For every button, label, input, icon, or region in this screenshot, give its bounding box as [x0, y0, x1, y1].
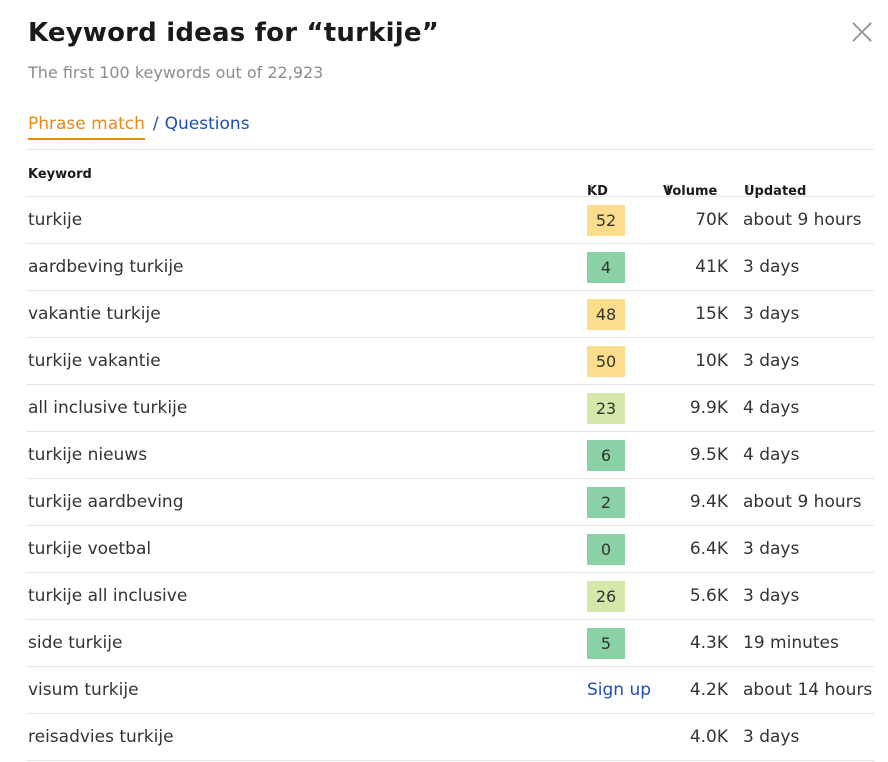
close-icon[interactable] [848, 18, 876, 46]
table-row: all inclusive turkije 23 9.9K 4 days [26, 385, 874, 432]
volume-cell: 4.3K [689, 633, 728, 653]
kd-badge: 23 [587, 393, 625, 424]
kd-badge: 48 [587, 299, 625, 330]
tab-separator: / [152, 114, 159, 134]
table-row: side turkije 5 4.3K 19 minutes [26, 620, 874, 667]
updated-cell: about 14 hours [743, 680, 873, 700]
updated-cell: 3 days [743, 304, 800, 324]
kd-badge: 0 [587, 534, 625, 565]
keyword-cell[interactable]: turkije all inclusive [28, 586, 187, 606]
tab-phrase-match[interactable]: Phrase match [28, 114, 145, 140]
keyword-cell[interactable]: visum turkije [28, 680, 139, 700]
volume-cell: 41K [695, 257, 728, 277]
volume-cell: 9.5K [689, 445, 728, 465]
volume-cell: 15K [695, 304, 728, 324]
keyword-cell[interactable]: side turkije [28, 633, 122, 653]
keywords-table: Keyword KD i Volume ↓ i Updated i turkije 52… [26, 149, 874, 761]
dialog-title: Keyword ideas for “turkije” [28, 18, 440, 48]
updated-cell: 3 days [743, 351, 800, 371]
kd-badge: 52 [587, 205, 625, 236]
updated-cell: 4 days [743, 398, 800, 418]
updated-cell: 3 days [743, 257, 800, 277]
volume-cell: 70K [695, 210, 728, 230]
table-row: vakantie turkije 48 15K 3 days [26, 291, 874, 338]
volume-info-icon[interactable]: i [666, 184, 669, 194]
kd-badge: 6 [587, 440, 625, 471]
keyword-cell[interactable]: reisadvies turkije [28, 727, 174, 747]
updated-info-icon[interactable]: i [747, 184, 750, 194]
keyword-cell[interactable]: turkije voetbal [28, 539, 151, 559]
volume-cell: 4.2K [689, 680, 728, 700]
table-row: turkije 52 70K about 9 hours [26, 197, 874, 244]
table-row: turkije vakantie 50 10K 3 days [26, 338, 874, 385]
keyword-ideas-dialog: Keyword ideas for “turkije” The first 10… [0, 0, 888, 762]
updated-cell: about 9 hours [743, 492, 862, 512]
table-row: reisadvies turkije 4.0K 3 days [26, 714, 874, 761]
volume-cell: 5.6K [689, 586, 728, 606]
volume-cell: 10K [695, 351, 728, 371]
updated-cell: 3 days [743, 586, 800, 606]
kd-badge: 26 [587, 581, 625, 612]
updated-cell: 3 days [743, 727, 800, 747]
kd-badge: 4 [587, 252, 625, 283]
updated-cell: 3 days [743, 539, 800, 559]
table-row: aardbeving turkije 4 41K 3 days [26, 244, 874, 291]
kd-badge: 2 [587, 487, 625, 518]
volume-cell: 9.4K [689, 492, 728, 512]
table-row: turkije aardbeving 2 9.4K about 9 hours [26, 479, 874, 526]
table-row: visum turkije Sign up 4.2K about 14 hours [26, 667, 874, 714]
keyword-cell[interactable]: all inclusive turkije [28, 398, 187, 418]
table-body: turkije 52 70K about 9 hours aardbeving turk… [26, 197, 874, 761]
keyword-cell[interactable]: turkije [28, 210, 82, 230]
updated-cell: about 9 hours [743, 210, 862, 230]
table-header: Keyword KD i Volume ↓ i Updated i [26, 150, 874, 199]
kd-badge: 50 [587, 346, 625, 377]
tab-questions[interactable]: Questions [165, 114, 250, 134]
kd-badge: 5 [587, 628, 625, 659]
keyword-cell[interactable]: vakantie turkije [28, 304, 161, 324]
keyword-cell[interactable]: turkije vakantie [28, 351, 161, 371]
volume-cell: 6.4K [689, 539, 728, 559]
sign-up-link[interactable]: Sign up [587, 680, 651, 711]
table-row: turkije nieuws 6 9.5K 4 days [26, 432, 874, 479]
volume-cell: 4.0K [689, 727, 728, 747]
volume-cell: 9.9K [689, 398, 728, 418]
dialog-subtitle: The first 100 keywords out of 22,923 [28, 63, 324, 82]
keyword-cell[interactable]: turkije aardbeving [28, 492, 184, 512]
keyword-cell[interactable]: aardbeving turkije [28, 257, 184, 277]
updated-cell: 19 minutes [743, 633, 839, 653]
column-keyword[interactable]: Keyword [28, 167, 92, 182]
table-row: turkije voetbal 0 6.4K 3 days [26, 526, 874, 573]
updated-cell: 4 days [743, 445, 800, 465]
table-row: turkije all inclusive 26 5.6K 3 days [26, 573, 874, 620]
match-tabs: Phrase match / Questions [28, 114, 250, 140]
keyword-cell[interactable]: turkije nieuws [28, 445, 147, 465]
kd-info-icon[interactable]: i [590, 184, 593, 194]
